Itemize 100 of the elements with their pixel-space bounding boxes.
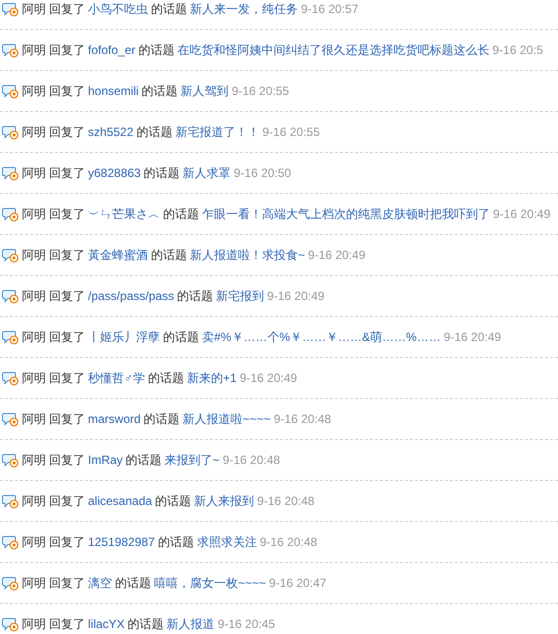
topic-link[interactable]: 新宅报道了！！ — [175, 123, 260, 141]
actor-link[interactable]: 阿明 — [22, 164, 46, 182]
topic-link[interactable]: 嘻嘻，腐女一枚~~~~ — [154, 574, 266, 592]
action-text: 回复了 — [49, 124, 85, 141]
user-link[interactable]: 秒懂哲♂学 — [88, 369, 145, 387]
action-text: 回复了 — [49, 534, 85, 551]
timestamp: 9-16 20:47 — [269, 575, 326, 592]
reply-bubble-icon — [2, 42, 19, 58]
topic-link[interactable]: 新人来一发，纯任务 — [190, 0, 298, 18]
action-text: 回复了 — [49, 329, 85, 346]
reply-bubble-icon — [2, 206, 19, 222]
topic-link[interactable]: 新来的+1 — [187, 369, 237, 387]
action-text: 的话题 — [155, 493, 192, 510]
action-text: 回复了 — [49, 247, 85, 264]
action-text: 的话题 — [144, 411, 180, 428]
user-link[interactable]: fofofo_er — [88, 41, 136, 59]
timestamp: 9-16 20:49 — [308, 247, 366, 264]
reply-bubble-icon — [2, 166, 19, 180]
action-text: 的话题 — [126, 452, 162, 469]
user-link[interactable]: lilacYX — [88, 615, 125, 633]
action-text: 的话题 — [177, 288, 214, 305]
user-link[interactable]: /pass/pass/pass — [88, 287, 174, 305]
actor-link[interactable]: 阿明 — [22, 287, 46, 305]
action-text: 回复了 — [49, 1, 85, 18]
timestamp: 9-16 20:49 — [267, 288, 324, 305]
actor-link[interactable]: 阿明 — [22, 0, 46, 18]
action-text: 的话题 — [148, 370, 184, 387]
topic-link[interactable]: 新宅报到 — [216, 287, 264, 305]
timestamp: 9-16 20:49 — [493, 206, 550, 223]
user-link[interactable]: 1251982987 — [88, 533, 155, 551]
timestamp: 9-16 20:48 — [274, 411, 332, 428]
user-link[interactable]: szh5522 — [88, 123, 134, 141]
action-text: 回复了 — [49, 165, 85, 182]
timestamp: 9-16 20:48 — [260, 534, 318, 551]
actor-link[interactable]: 阿明 — [22, 451, 46, 469]
user-link[interactable]: marsword — [88, 410, 141, 428]
actor-link[interactable]: 阿明 — [22, 82, 46, 100]
actor-link[interactable]: 阿明 — [22, 123, 46, 141]
user-link[interactable]: ImRay — [88, 451, 123, 469]
topic-link[interactable]: 卖#%￥……个%￥……￥……&萌……%…… — [202, 328, 441, 346]
reply-bubble-icon — [2, 494, 19, 508]
action-text: 回复了 — [49, 370, 85, 387]
actor-link[interactable]: 阿明 — [22, 533, 46, 551]
topic-link[interactable]: 在吃货和怪阿姨中间纠结了很久还是选择吃货吧标题这么长 — [177, 41, 490, 59]
action-text: 的话题 — [151, 247, 187, 264]
user-link[interactable]: 丨姬乐丿浮孽 — [88, 328, 160, 346]
timestamp: 9-16 20:55 — [262, 124, 320, 141]
action-text: 的话题 — [158, 534, 194, 551]
action-text: 回复了 — [49, 42, 85, 59]
topic-link[interactable]: 乍眼一看！高端大气上档次的纯黑皮肤顿时把我吓到了 — [202, 205, 490, 223]
topic-link[interactable]: 新人报道啦~~~~ — [182, 410, 271, 428]
reply-bubble-icon — [2, 288, 19, 304]
actor-link[interactable]: 阿明 — [22, 246, 46, 264]
action-text: 的话题 — [136, 124, 172, 141]
action-text: 的话题 — [163, 329, 199, 346]
user-link[interactable]: alicesanada — [88, 492, 152, 510]
action-text: 回复了 — [49, 575, 85, 592]
user-link[interactable]: 小鸟不吃虫 — [88, 0, 148, 18]
timestamp: 9-16 20:48 — [257, 493, 314, 510]
timestamp: 9-16 20:55 — [232, 83, 290, 100]
timestamp: 9-16 20:48 — [222, 452, 280, 469]
action-text: 回复了 — [49, 616, 85, 633]
actor-link[interactable]: 阿明 — [22, 492, 46, 510]
topic-link[interactable]: 新人求罩 — [182, 164, 231, 182]
actor-link[interactable]: 阿明 — [22, 41, 46, 59]
timestamp: 9-16 20:45 — [218, 616, 276, 633]
reply-bubble-icon — [2, 2, 19, 16]
user-link[interactable]: 漓空 — [88, 574, 112, 592]
topic-link[interactable]: 求照求关注 — [196, 533, 257, 551]
user-link[interactable]: ︶ㄣ芒果さ︿ — [88, 205, 160, 223]
action-text: 回复了 — [49, 411, 85, 428]
timestamp: 9-16 20:50 — [234, 165, 292, 182]
actor-link[interactable]: 阿明 — [22, 574, 46, 592]
action-text: 回复了 — [49, 452, 85, 469]
reply-bubble-icon — [2, 124, 19, 140]
reply-bubble-icon — [2, 412, 19, 426]
actor-link[interactable]: 阿明 — [22, 410, 46, 428]
timestamp: 9-16 20:57 — [301, 1, 358, 18]
reply-bubble-icon — [2, 616, 19, 632]
reply-bubble-icon — [2, 452, 19, 468]
action-text: 的话题 — [144, 165, 180, 182]
user-link[interactable]: honsemili — [88, 82, 139, 100]
actor-link[interactable]: 阿明 — [22, 615, 46, 633]
topic-link[interactable]: 来报到了~ — [164, 451, 220, 469]
action-text: 的话题 — [138, 42, 174, 59]
actor-link[interactable]: 阿明 — [22, 369, 46, 387]
topic-link[interactable]: 新人报道啦！求投食~ — [190, 246, 306, 264]
topic-link[interactable]: 新人来报到 — [194, 492, 254, 510]
user-link[interactable]: y6828863 — [88, 164, 141, 182]
reply-bubble-icon — [2, 534, 19, 550]
timestamp: 9-16 20:49 — [444, 329, 502, 346]
actor-link[interactable]: 阿明 — [22, 205, 46, 223]
actor-link[interactable]: 阿明 — [22, 328, 46, 346]
topic-link[interactable]: 新人报道 — [166, 615, 215, 633]
action-text: 回复了 — [49, 206, 85, 223]
reply-bubble-icon — [2, 248, 19, 262]
topic-link[interactable]: 新人驾到 — [180, 82, 229, 100]
user-link[interactable]: 黃金蜂蜜酒 — [88, 246, 148, 264]
action-text: 回复了 — [49, 83, 85, 100]
action-text: 回复了 — [49, 493, 85, 510]
